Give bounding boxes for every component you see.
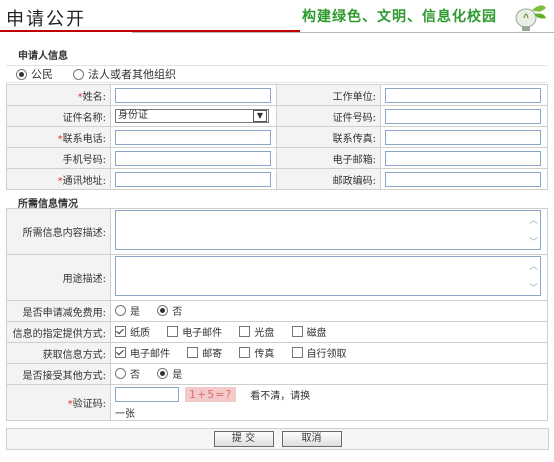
citizen-label: 公民 (31, 68, 53, 81)
provide-email-label: 电子邮件 (182, 328, 223, 339)
page-header: 申请公开 构建绿色、文明、信息化校园 (0, 0, 554, 36)
pickup-checkbox[interactable] (291, 347, 303, 358)
name-input[interactable] (115, 87, 271, 103)
fee-no-radio[interactable] (157, 305, 169, 316)
disk-checkbox[interactable] (291, 326, 303, 337)
org-label: 法人或者其他组织 (88, 68, 176, 81)
obtain-fax-checkbox[interactable] (239, 347, 251, 358)
scroll-up-icon[interactable]: ︿ (529, 213, 538, 226)
postcode-label: 邮政编码: (276, 168, 381, 190)
name-label: *姓名: (6, 84, 111, 106)
pickup-label: 自行领取 (306, 349, 347, 360)
action-bar: 提 交 取消 (6, 428, 549, 450)
disk-label: 磁盘 (306, 328, 327, 339)
paper-checkbox[interactable] (115, 326, 126, 337)
accept-other-no[interactable]: 否 (115, 366, 140, 381)
cd-checkbox[interactable] (239, 326, 251, 337)
address-input[interactable] (115, 171, 271, 187)
provide-disk[interactable]: 磁盘 (291, 324, 327, 339)
cd-label: 光盘 (254, 328, 275, 339)
lightbulb-icon (515, 5, 546, 31)
captcha-refresh-link[interactable]: 看不清，请换 (250, 387, 310, 402)
obtain-method-label: 获取信息方式: (6, 342, 111, 364)
scroll-up-icon[interactable]: ︿ (529, 259, 538, 272)
work-unit-label: 工作单位: (276, 84, 381, 106)
mail-label: 邮寄 (202, 349, 223, 360)
scroll-down-icon[interactable]: ﹀ (529, 235, 538, 248)
accept-no-radio[interactable] (115, 368, 126, 379)
provide-cd[interactable]: 光盘 (239, 324, 274, 339)
content-desc-textarea[interactable]: ︿ ﹀ (115, 210, 541, 250)
purpose-desc-label: 用途描述: (6, 254, 111, 301)
obtain-email[interactable]: 电子邮件 (115, 345, 170, 360)
provide-email-checkbox[interactable] (167, 326, 179, 337)
captcha-input[interactable] (115, 387, 179, 402)
address-label: *通讯地址: (6, 168, 111, 190)
captcha-refresh-link-cont[interactable]: 一张 (115, 405, 543, 420)
fax-label: 联系传真: (276, 126, 381, 148)
info-form: 所需信息内容描述: ︿ ﹀ 用途描述: ︿ ﹀ 是否申请减免费用: 是 否 信息的指… (6, 208, 548, 421)
cancel-button[interactable]: 取消 (281, 431, 342, 447)
mail-checkbox[interactable] (187, 347, 199, 358)
fax-input[interactable] (385, 129, 541, 145)
applicant-type-citizen[interactable]: 公民 (16, 66, 53, 82)
fee-waiver-yes[interactable]: 是 (115, 303, 140, 318)
accept-yes-label: 是 (172, 370, 183, 381)
paper-label: 纸质 (130, 328, 150, 339)
postcode-input[interactable] (385, 171, 541, 187)
accept-no-label: 否 (130, 370, 140, 381)
applicant-type-row: 公民 法人或者其他组织 (6, 65, 547, 83)
captcha-label: *验证码: (6, 384, 111, 421)
captcha-image[interactable]: 1+5=? (185, 387, 237, 402)
applicant-form: *姓名: 工作单位: 证件名称: 身份证 ▼ 证件号码: *联系电话: 联系传真:… (6, 84, 548, 190)
header-divider (132, 32, 554, 33)
obtain-fax[interactable]: 传真 (239, 345, 274, 360)
phone-input[interactable] (115, 129, 271, 145)
obtain-email-checkbox[interactable] (115, 347, 126, 358)
id-number-label: 证件号码: (276, 105, 381, 127)
provide-method-label: 信息的指定提供方式: (6, 321, 111, 343)
id-type-value: 身份证 (118, 110, 148, 121)
obtain-pickup[interactable]: 自行领取 (291, 345, 347, 360)
mobile-input[interactable] (115, 150, 271, 166)
id-type-select[interactable]: 身份证 ▼ (115, 109, 269, 123)
email-input[interactable] (385, 150, 541, 166)
applicant-type-org[interactable]: 法人或者其他组织 (73, 66, 176, 82)
chevron-down-icon[interactable]: ▼ (253, 110, 267, 122)
page-title: 申请公开 (6, 9, 86, 30)
fee-yes-radio[interactable] (115, 305, 126, 316)
email-label: 电子邮箱: (276, 147, 381, 169)
scroll-down-icon[interactable]: ﹀ (529, 281, 538, 294)
accept-other-yes[interactable]: 是 (157, 366, 182, 381)
id-type-label: 证件名称: (6, 105, 111, 127)
fee-yes-label: 是 (130, 307, 140, 318)
mobile-label: 手机号码: (6, 147, 111, 169)
fee-waiver-no[interactable]: 否 (157, 303, 182, 318)
org-radio[interactable] (73, 68, 84, 80)
fee-waiver-label: 是否申请减免费用: (6, 300, 111, 322)
work-unit-input[interactable] (385, 87, 541, 103)
fee-no-label: 否 (172, 307, 183, 318)
obtain-email-label: 电子邮件 (130, 349, 170, 360)
citizen-radio[interactable] (16, 68, 27, 80)
id-number-input[interactable] (385, 108, 541, 124)
obtain-fax-label: 传真 (254, 349, 275, 360)
slogan: 构建绿色、文明、信息化校园 (302, 9, 497, 25)
provide-paper[interactable]: 纸质 (115, 324, 150, 339)
accept-other-label: 是否接受其他方式: (6, 363, 111, 385)
obtain-mail[interactable]: 邮寄 (187, 345, 222, 360)
provide-email[interactable]: 电子邮件 (167, 324, 222, 339)
purpose-desc-textarea[interactable]: ︿ ﹀ (115, 256, 541, 296)
applicant-section-title: 申请人信息 (18, 51, 68, 62)
submit-button[interactable]: 提 交 (213, 431, 274, 447)
accept-yes-radio[interactable] (157, 368, 169, 379)
phone-label: *联系电话: (6, 126, 111, 148)
content-desc-label: 所需信息内容描述: (6, 208, 111, 255)
